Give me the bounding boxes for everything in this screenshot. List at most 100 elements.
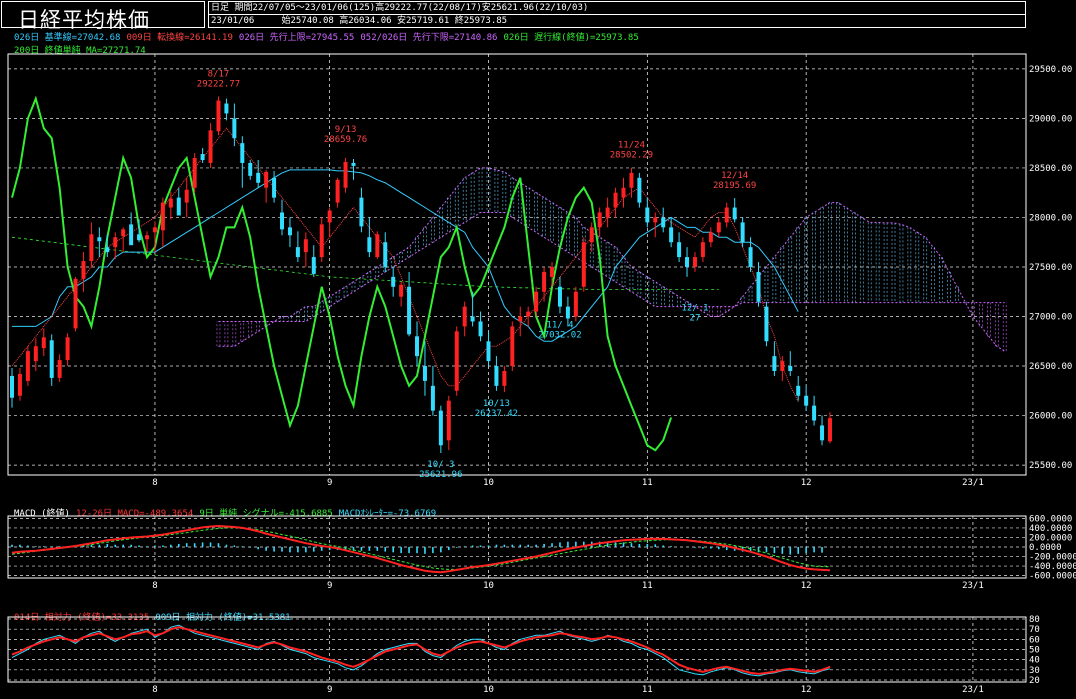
rsi-tick-label: 40 — [1029, 656, 1040, 666]
annotation-value: 26237.42 — [475, 409, 518, 419]
candle-body — [820, 425, 825, 441]
candle-body — [272, 177, 277, 198]
annotation-date: 9/13 — [335, 125, 357, 135]
candle-body — [415, 336, 420, 357]
candle-body — [621, 187, 626, 198]
candle-body — [685, 257, 690, 267]
candle-body — [812, 405, 817, 421]
candle-body — [669, 227, 674, 243]
x-tick-label: 9 — [327, 581, 332, 591]
candle-body — [827, 418, 832, 442]
candle-body — [581, 242, 586, 287]
annotation-value: 27 — [690, 314, 701, 324]
candle-body — [780, 361, 785, 371]
candle-body — [772, 356, 777, 371]
candle-body — [240, 143, 245, 163]
candle-body — [764, 306, 769, 342]
candle-body — [470, 316, 475, 322]
candle-body — [526, 311, 531, 317]
candle-body — [327, 210, 332, 223]
candle-body — [788, 366, 793, 371]
candle-body — [565, 306, 570, 319]
candle-body — [399, 284, 404, 297]
annotation-value: 28195.69 — [713, 181, 756, 191]
candle-body — [351, 162, 356, 166]
candle-body — [168, 198, 173, 208]
candle-body — [446, 400, 451, 441]
x-tick-label: 10 — [483, 685, 494, 695]
candle-body — [295, 247, 300, 258]
rsi-tick-label: 30 — [1029, 666, 1040, 676]
x-tick-label: 10 — [483, 581, 494, 591]
candle-body — [454, 331, 459, 391]
annotation-value: 27032.02 — [538, 330, 581, 340]
candle-body — [740, 222, 745, 243]
rsi-tick-label: 60 — [1029, 635, 1040, 645]
candle-body — [478, 321, 483, 337]
macd-tick-label: 600.0000 — [1029, 514, 1072, 524]
candle-body — [33, 346, 38, 362]
candle-body — [637, 177, 642, 203]
candle-body — [375, 234, 380, 258]
rsi-tick-label: 50 — [1029, 646, 1040, 656]
macd-tick-label: -600.0000 — [1029, 572, 1076, 582]
candle-body — [65, 337, 70, 361]
candle-body — [232, 118, 237, 139]
candle-body — [494, 366, 499, 386]
x-tick-label: 11 — [642, 581, 653, 591]
candle-body — [200, 154, 205, 160]
price-tick-label: 28000.00 — [1029, 213, 1072, 223]
price-tick-label: 29000.00 — [1029, 114, 1072, 124]
candle-body — [716, 222, 721, 233]
candle-body — [280, 212, 285, 230]
candle-body — [160, 202, 165, 231]
annotation-date: 8/17 — [208, 69, 230, 79]
macd-tick-label: -200.0000 — [1029, 553, 1076, 563]
macd-tick-label: 0.0000 — [1029, 543, 1062, 553]
candle-body — [383, 242, 388, 267]
candle-body — [248, 162, 253, 176]
annotation-value: 25621.96 — [419, 470, 462, 480]
rsi-tick-label: 20 — [1029, 676, 1040, 686]
candle-body — [597, 212, 602, 228]
candle-body — [748, 247, 753, 267]
candle-body — [510, 326, 515, 367]
x-tick-label: 8 — [152, 685, 157, 695]
chikou-line — [11, 95, 673, 452]
candle-body — [708, 232, 713, 243]
candle-body — [224, 103, 229, 114]
candle-body — [41, 337, 46, 349]
candle-body — [192, 158, 197, 188]
candle-body — [422, 366, 427, 381]
x-tick-label: 12 — [801, 478, 812, 488]
candle-body — [613, 192, 618, 208]
x-tick-label: 8 — [152, 581, 157, 591]
candle-body — [407, 286, 412, 335]
ma200-line — [11, 236, 719, 291]
candle-body — [343, 161, 348, 188]
candle-body — [677, 242, 682, 258]
candle-body — [462, 306, 467, 327]
candle-body — [573, 291, 578, 317]
signal-line — [11, 527, 831, 570]
candle-body — [438, 410, 443, 446]
price-tick-label: 26000.00 — [1029, 412, 1072, 422]
candle-body — [391, 276, 396, 287]
candle-body — [145, 235, 150, 240]
candle-body — [692, 257, 697, 267]
x-tick-label: 11 — [642, 478, 653, 488]
candle-body — [430, 385, 435, 411]
x-tick-label: 23/1 — [962, 478, 984, 488]
candle-body — [97, 237, 102, 242]
candle-body — [732, 207, 737, 220]
candle-body — [184, 189, 189, 203]
candle-body — [359, 197, 364, 227]
candle-body — [287, 227, 292, 236]
x-tick-label: 23/1 — [962, 581, 984, 591]
candle-body — [796, 385, 801, 396]
candle-body — [216, 100, 221, 132]
candle-body — [113, 237, 118, 248]
tenkan-line — [11, 127, 799, 402]
candle-body — [311, 257, 316, 274]
candle-body — [557, 286, 562, 307]
